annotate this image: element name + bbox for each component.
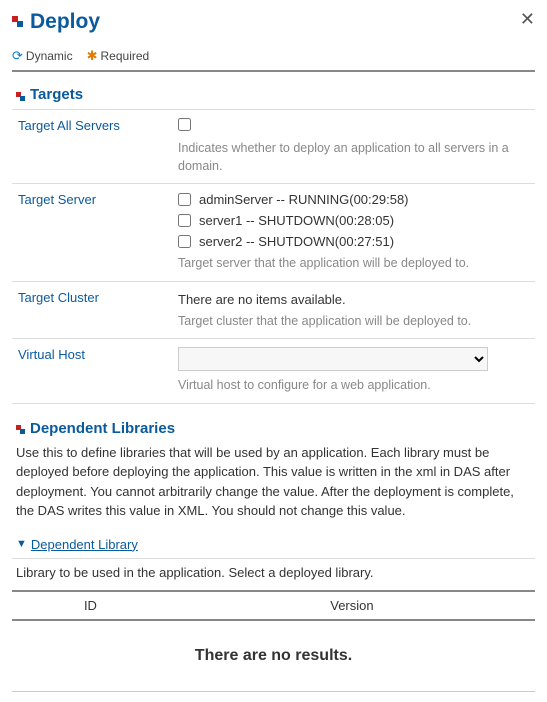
close-button[interactable]: ✕ — [520, 10, 535, 28]
target-cluster-value: There are no items available. — [178, 292, 529, 307]
required-icon: ✱ — [87, 48, 98, 64]
virtual-host-select[interactable] — [178, 347, 488, 371]
target-all-checkbox[interactable] — [178, 118, 191, 131]
target-server-item: server2 -- SHUTDOWN(00:27:51) — [199, 234, 394, 249]
virtual-host-help: Virtual host to configure for a web appl… — [178, 377, 529, 395]
target-all-help: Indicates whether to deploy an applicati… — [178, 140, 529, 175]
lib-col-id: ID — [12, 591, 169, 620]
target-server-item: server1 -- SHUTDOWN(00:28:05) — [199, 213, 394, 228]
targets-flag-icon — [16, 90, 26, 100]
dependent-section-title: Dependent Libraries — [30, 420, 175, 437]
caret-down-icon: ▼ — [16, 538, 27, 550]
dynamic-label: Dynamic — [26, 49, 73, 63]
dependent-flag-icon — [16, 423, 26, 433]
virtual-host-label: Virtual Host — [12, 339, 172, 404]
dynamic-icon: ⟳ — [12, 48, 23, 64]
target-cluster-label: Target Cluster — [12, 281, 172, 339]
dependent-library-desc: Library to be used in the application. S… — [12, 559, 535, 586]
target-server-checkbox-1[interactable] — [178, 214, 191, 227]
lib-col-version: Version — [169, 591, 535, 620]
dependent-section-desc: Use this to define libraries that will b… — [16, 443, 535, 521]
target-server-checkbox-0[interactable] — [178, 193, 191, 206]
targets-section-title: Targets — [30, 86, 83, 103]
lib-table-empty: There are no results. — [12, 620, 535, 692]
target-server-help: Target server that the application will … — [178, 255, 529, 273]
required-label: Required — [101, 49, 150, 63]
target-server-item: adminServer -- RUNNING(00:29:58) — [199, 192, 409, 207]
page-title: Deploy — [30, 10, 100, 34]
legend-bar: ⟳ Dynamic ✱ Required — [12, 48, 535, 72]
dependent-library-toggle[interactable]: ▼ Dependent Library — [12, 533, 535, 559]
deploy-title-icon — [12, 16, 24, 28]
target-server-checkbox-2[interactable] — [178, 235, 191, 248]
target-cluster-help: Target cluster that the application will… — [178, 313, 529, 331]
dependent-library-link: Dependent Library — [31, 537, 138, 552]
target-server-label: Target Server — [12, 184, 172, 282]
target-all-label: Target All Servers — [12, 110, 172, 184]
